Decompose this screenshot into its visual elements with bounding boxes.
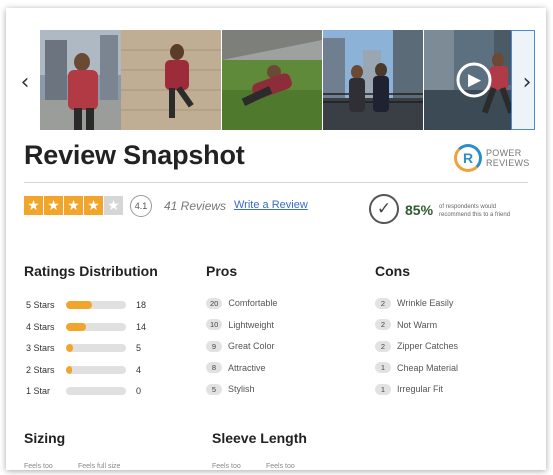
con-item[interactable]: 1 Cheap Material: [375, 361, 458, 375]
sleeve-caption-right: Feels too: [266, 463, 295, 470]
distribution-row[interactable]: 4 Stars 14: [26, 320, 146, 334]
con-label: Not Warm: [397, 319, 438, 330]
power-reviews-wordmark: POWER REVIEWS: [486, 148, 530, 168]
con-item[interactable]: 1 Irregular Fit: [375, 382, 443, 396]
sizing-caption-right: Feels full size: [78, 463, 121, 470]
logo-line: POWER: [486, 148, 522, 158]
distribution-label: 4 Stars: [26, 321, 55, 332]
pro-count-badge: 8: [206, 362, 222, 373]
con-item[interactable]: 2 Wrinkle Easily: [375, 296, 453, 310]
distribution-count: 5: [136, 343, 142, 353]
write-review-link[interactable]: Write a Review: [234, 199, 308, 211]
con-label: Irregular Fit: [397, 384, 444, 394]
distribution-row[interactable]: 3 Stars 5: [26, 341, 141, 355]
pro-label: Lightweight: [228, 319, 274, 330]
con-item[interactable]: 2 Not Warm: [375, 318, 437, 332]
star-icon: ★: [84, 196, 103, 215]
sizing-caption-left: Feels too: [24, 463, 53, 470]
distribution-row[interactable]: 5 Stars 18: [26, 298, 146, 312]
chevron-left-icon[interactable]: ‹: [10, 30, 40, 134]
pro-label: Great Color: [228, 341, 275, 351]
review-count: 41 Reviews: [164, 199, 227, 213]
play-icon[interactable]: ▶: [468, 70, 481, 90]
con-count-badge: 2: [375, 297, 391, 309]
pros-heading: Pros: [206, 263, 238, 279]
pro-count-badge: 20: [206, 297, 223, 309]
photo-thumbnail[interactable]: [121, 30, 221, 130]
distribution-label: 3 Stars: [26, 343, 55, 353]
distribution-row[interactable]: 1 Star 0: [26, 384, 141, 398]
con-count-badge: 2: [375, 319, 391, 330]
distribution-bar-fill: [66, 344, 74, 352]
chevron-right-icon[interactable]: ›: [512, 30, 542, 134]
con-label: Wrinkle Easily: [397, 298, 454, 308]
distribution-label: 5 Stars: [26, 300, 55, 310]
sizing-heading: Sizing: [24, 430, 66, 446]
photo-carousel: ‹ ▶ ›: [6, 30, 546, 134]
pro-label: Stylish: [228, 384, 255, 394]
sleeve-length-heading: Sleeve Length: [212, 430, 307, 446]
divider: [24, 182, 528, 183]
power-reviews-logo: R POWER REVIEWS: [454, 144, 530, 172]
con-item[interactable]: 2 Zipper Catches: [375, 339, 458, 353]
pro-count-badge: 10: [206, 319, 223, 330]
distribution-bar: [66, 344, 126, 352]
recommend-percent: 85%: [405, 202, 434, 218]
pro-label: Comfortable: [228, 298, 278, 308]
star-icon: ★: [104, 196, 123, 215]
con-count-badge: 1: [375, 362, 391, 373]
power-reviews-mark: R: [454, 144, 482, 172]
distribution-count: 0: [136, 386, 142, 396]
pro-item[interactable]: 5 Stylish: [206, 382, 255, 396]
video-thumbnail[interactable]: ▶: [424, 30, 524, 130]
logo-line: REVIEWS: [486, 158, 530, 168]
pro-item[interactable]: 9 Great Color: [206, 339, 275, 353]
pro-item[interactable]: 20 Comfortable: [206, 296, 277, 310]
distribution-label: 1 Star: [26, 386, 51, 396]
distribution-row[interactable]: 2 Stars 4: [26, 363, 141, 377]
con-count-badge: 1: [375, 383, 391, 395]
distribution-count: 18: [136, 300, 147, 310]
pro-count-badge: 5: [206, 383, 222, 395]
star-rating: ★ ★ ★ ★ ★: [24, 196, 124, 215]
distribution-count: 14: [136, 321, 147, 332]
con-label: Cheap Material: [397, 362, 459, 373]
review-snapshot-panel: ‹ ▶ › Review Snapshot R POWER REVIEWS ★ …: [6, 8, 546, 470]
distribution-bar: [66, 322, 126, 331]
pro-label: Attractive: [228, 362, 266, 373]
distribution-bar: [66, 387, 126, 395]
page-title: Review Snapshot: [24, 140, 245, 170]
sleeve-caption-left: Feels too: [212, 463, 241, 470]
star-icon: ★: [44, 196, 63, 215]
photo-thumbnail[interactable]: [222, 30, 322, 130]
star-icon: ★: [24, 196, 43, 215]
distribution-label: 2 Stars: [26, 364, 55, 375]
pro-count-badge: 9: [206, 340, 222, 352]
star-icon: ★: [64, 196, 83, 215]
ratings-distribution-heading: Ratings Distribution: [24, 263, 158, 279]
distribution-bar: [66, 301, 126, 309]
recommend-text: of respondents would recommend this to a…: [439, 204, 511, 218]
distribution-bar: [66, 365, 126, 374]
pro-item[interactable]: 10 Lightweight: [206, 318, 274, 332]
con-count-badge: 2: [375, 340, 391, 352]
distribution-bar-fill: [66, 365, 72, 374]
distribution-count: 4: [136, 364, 142, 375]
photo-thumbnail[interactable]: [323, 30, 423, 130]
pro-item[interactable]: 8 Attractive: [206, 361, 266, 375]
checkmark-icon: ✓: [369, 194, 399, 224]
cons-heading: Cons: [375, 263, 410, 279]
distribution-bar-fill: [66, 301, 93, 309]
average-rating-badge: 4.1: [130, 195, 152, 217]
con-label: Zipper Catches: [397, 341, 459, 351]
distribution-bar-fill: [66, 322, 87, 331]
